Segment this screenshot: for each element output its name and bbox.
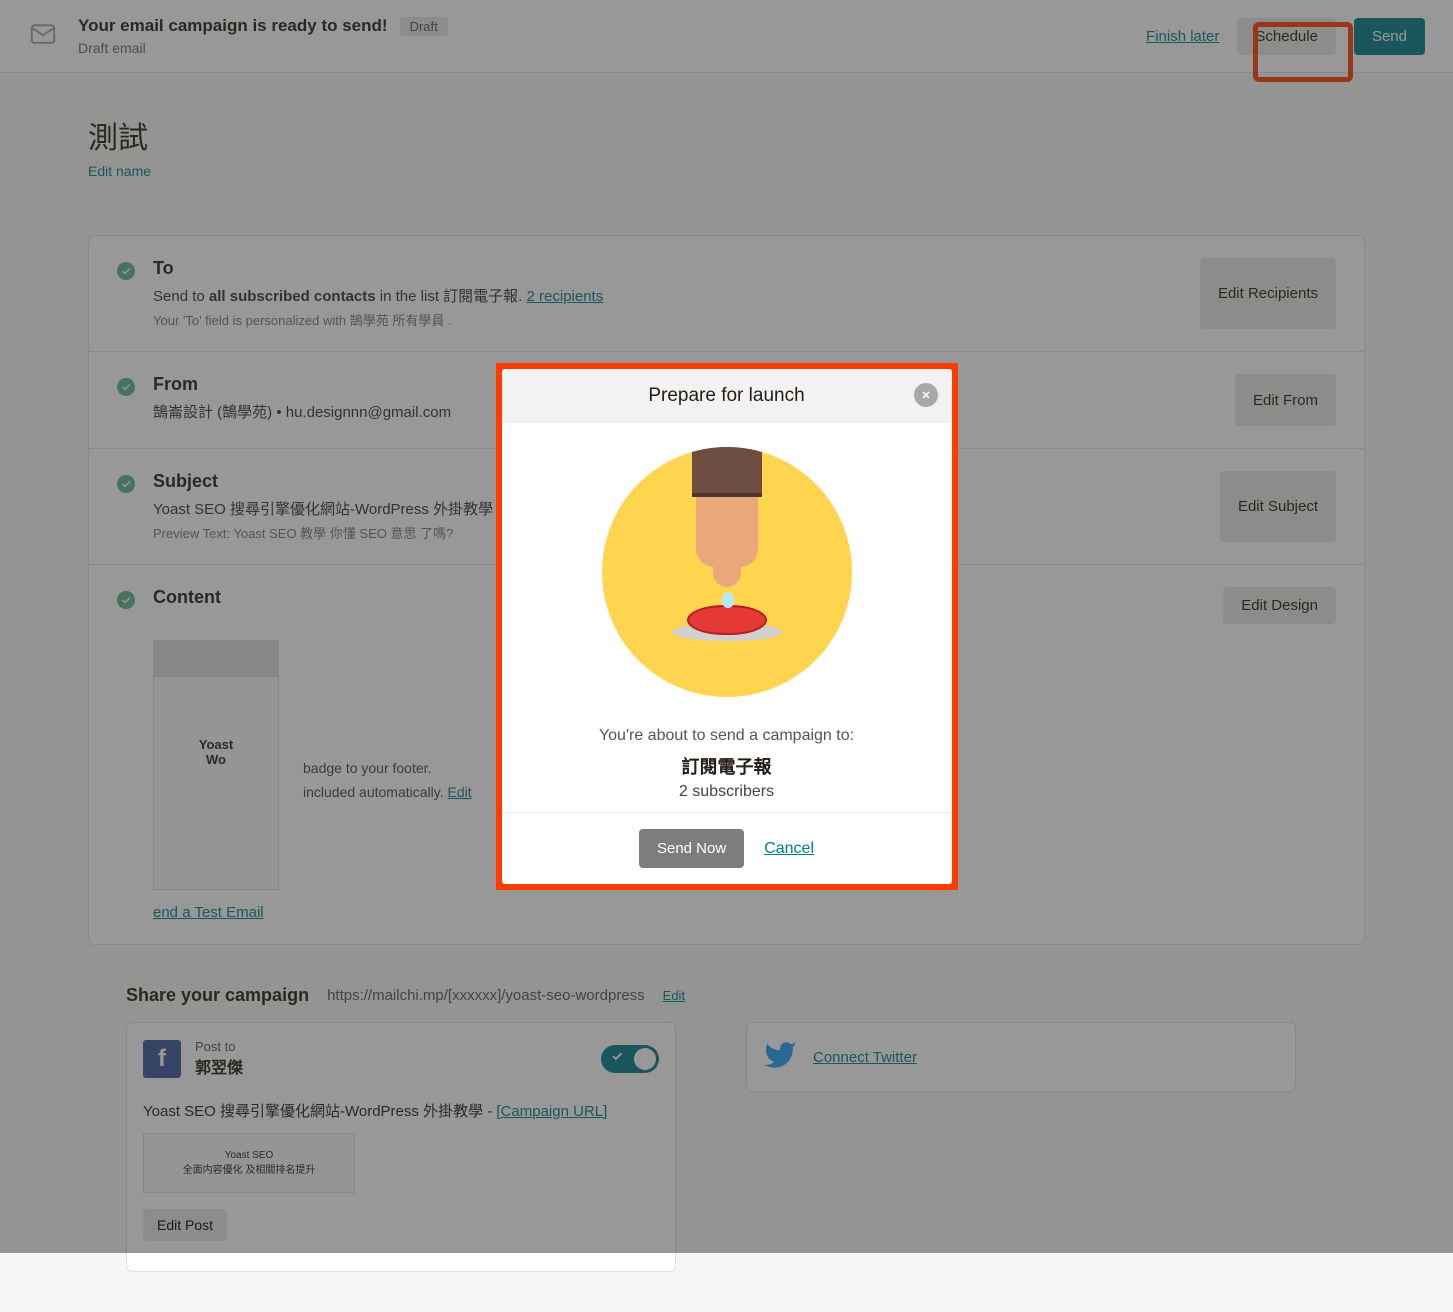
- launch-graphic: [602, 447, 852, 697]
- modal-body: You're about to send a campaign to: 訂閱電子…: [502, 423, 952, 813]
- lg-button: [687, 605, 767, 635]
- modal-header: Prepare for launch: [502, 369, 952, 423]
- send-now-button[interactable]: Send Now: [639, 829, 744, 868]
- close-icon[interactable]: [914, 383, 938, 407]
- lg-finger-tip: [713, 542, 741, 587]
- modal-overlay: Prepare for launch You're about to send …: [0, 0, 1453, 1253]
- modal-title: Prepare for launch: [648, 385, 804, 406]
- lg-drop: [722, 592, 734, 608]
- modal-highlight: Prepare for launch You're about to send …: [496, 363, 958, 890]
- cancel-link[interactable]: Cancel: [764, 840, 814, 858]
- modal-text1: You're about to send a campaign to:: [526, 727, 928, 745]
- modal-footer: Send Now Cancel: [502, 813, 952, 884]
- lg-sleeve: [692, 447, 762, 497]
- modal-subscribers: 2 subscribers: [526, 783, 928, 801]
- modal-list-name: 訂閱電子報: [526, 753, 928, 779]
- prepare-launch-modal: Prepare for launch You're about to send …: [502, 369, 952, 884]
